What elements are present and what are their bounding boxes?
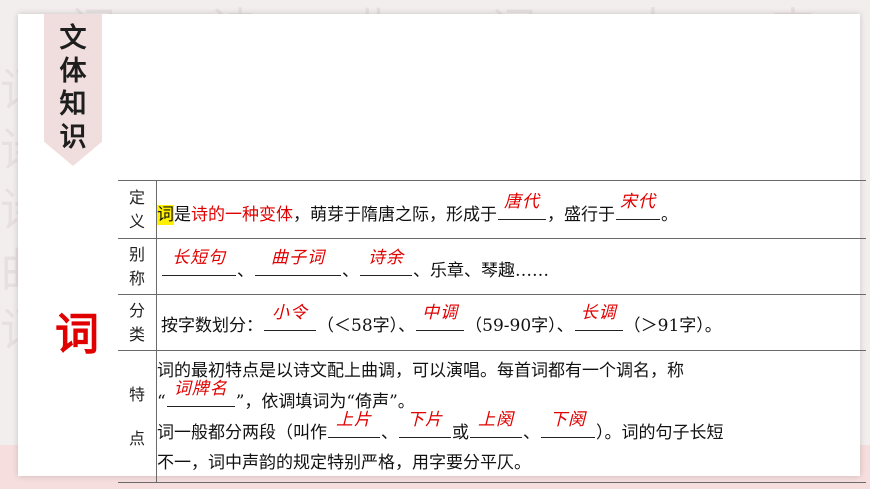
knowledge-table: 定 义 词是诗的一种变体，萌芽于隋唐之际，形成于 唐代 ，盛行于 宋代。 别 称 长短… (118, 180, 866, 483)
row-classification: 分 类 按字数划分： 小令 （＜58字）、 中调 （59-90字）、 长调 （＞91字）。 (118, 294, 866, 351)
blank-cipaiming: 词牌名 (166, 379, 235, 407)
blank-xiapian: 下片 (399, 410, 451, 438)
blank-quzici: 曲子词 (255, 248, 341, 276)
row-definition: 定 义 词是诗的一种变体，萌芽于隋唐之际，形成于 唐代 ，盛行于 宋代。 (118, 180, 866, 239)
blank-zhongdiao: 中调 (416, 303, 465, 331)
label-alias: 别 称 (118, 238, 157, 295)
badge-title: 文 体 知 识 (59, 23, 87, 153)
row-features: 特 点 词的最初特点是以诗文配上曲调，可以演唱。每首词都有一个调名，称 “词牌名… (118, 350, 866, 483)
classification-text: 按字数划分： 小令 （＜58字）、 中调 （59-90字）、 长调 （＞91字）。 (161, 303, 722, 336)
blank-shangpian: 上片 (328, 410, 380, 438)
row-alias: 别 称 长短句、曲子词、诗余 、乐章、琴趣…… (118, 238, 866, 295)
blank-xiaque: 下阕 (541, 410, 595, 438)
blank-xiaoling: 小令 (264, 303, 316, 331)
blank-songdai: 宋代 (616, 192, 660, 220)
alias-text: 长短句、曲子词、诗余 、乐章、琴趣…… (157, 247, 866, 286)
section-badge: 文 体 知 识 (44, 14, 102, 166)
red-phrase: 诗的一种变体 (191, 205, 293, 225)
topic-character: 词 (55, 309, 99, 360)
content-card: 文 体 知 识 词 定 义 词是诗的一种变体，萌芽于隋唐之际，形成于 唐代 ，盛行于… (18, 14, 866, 483)
blank-changduanju: 长短句 (162, 248, 236, 276)
blank-tangdai: 唐代 (498, 192, 546, 220)
blank-shiyu: 诗余 (360, 248, 412, 276)
label-features: 特 点 (118, 350, 157, 483)
features-line-3: 词一般都分两段（叫作 上片、下片或上阕、下阕 ）。词的句子长短 (157, 409, 724, 443)
label-classification: 分 类 (118, 294, 157, 351)
blank-shangque: 上阕 (470, 410, 522, 438)
blank-changdiao: 长调 (574, 303, 623, 331)
features-line-4: 不一，词中声韵的规定特别严格，用字要分平仄。 (157, 452, 531, 473)
highlight-ci: 词 (157, 205, 174, 225)
definition-text: 词是诗的一种变体，萌芽于隋唐之际，形成于 唐代 ，盛行于 宋代。 (157, 192, 678, 225)
label-definition: 定 义 (118, 180, 157, 239)
features-line-1: 词的最初特点是以诗文配上曲调，可以演唱。每首词都有一个调名，称 (157, 360, 684, 381)
